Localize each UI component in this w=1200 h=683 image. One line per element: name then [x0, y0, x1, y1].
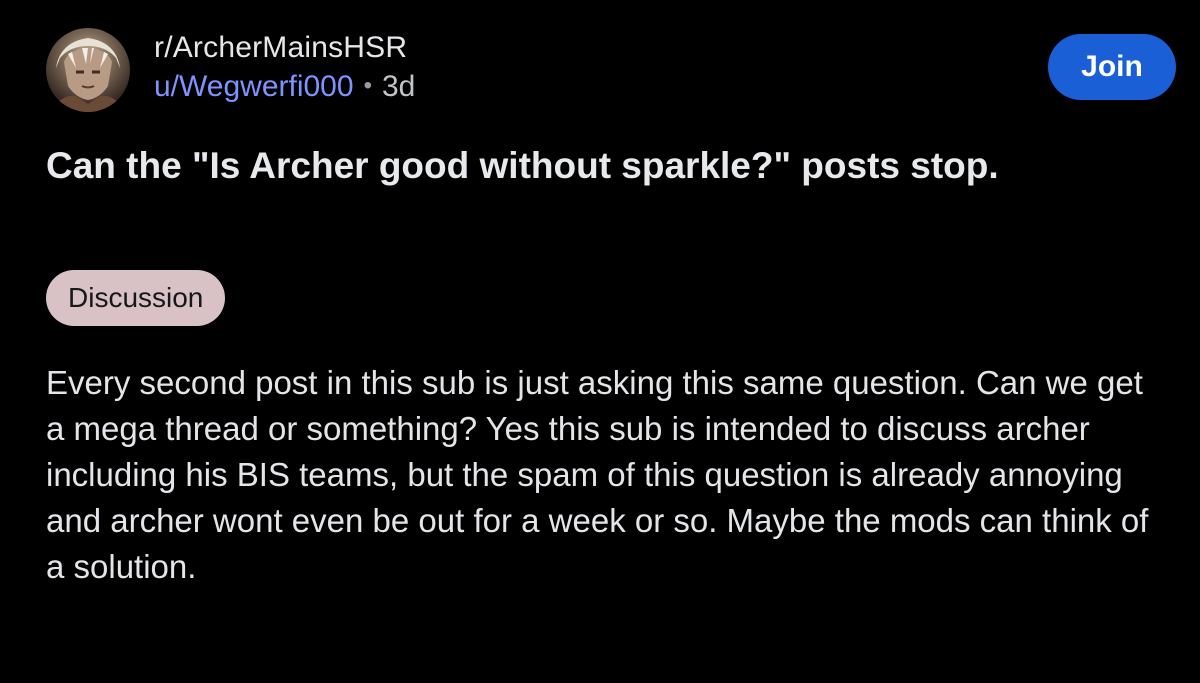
meta-separator: • — [363, 72, 372, 99]
post-flair[interactable]: Discussion — [46, 270, 226, 326]
subreddit-avatar[interactable] — [46, 28, 130, 112]
subreddit-name[interactable]: r/ArcherMainsHSR — [154, 30, 415, 66]
author-username[interactable]: u/Wegwerfi000 — [154, 70, 354, 103]
post-meta: r/ArcherMainsHSR u/Wegwerfi000 • 3d — [154, 30, 415, 105]
author-line: u/Wegwerfi000 • 3d — [154, 68, 415, 105]
post-age: 3d — [381, 70, 416, 103]
post-card: r/ArcherMainsHSR u/Wegwerfi000 • 3d Join C… — [0, 0, 1200, 683]
join-button[interactable]: Join — [1048, 34, 1176, 100]
post-body: Every second post in this sub is just as… — [46, 364, 1149, 585]
post-title[interactable]: Can the "Is Archer good without sparkle?… — [46, 140, 1046, 192]
post-header: r/ArcherMainsHSR u/Wegwerfi000 • 3d Join — [46, 24, 1176, 114]
